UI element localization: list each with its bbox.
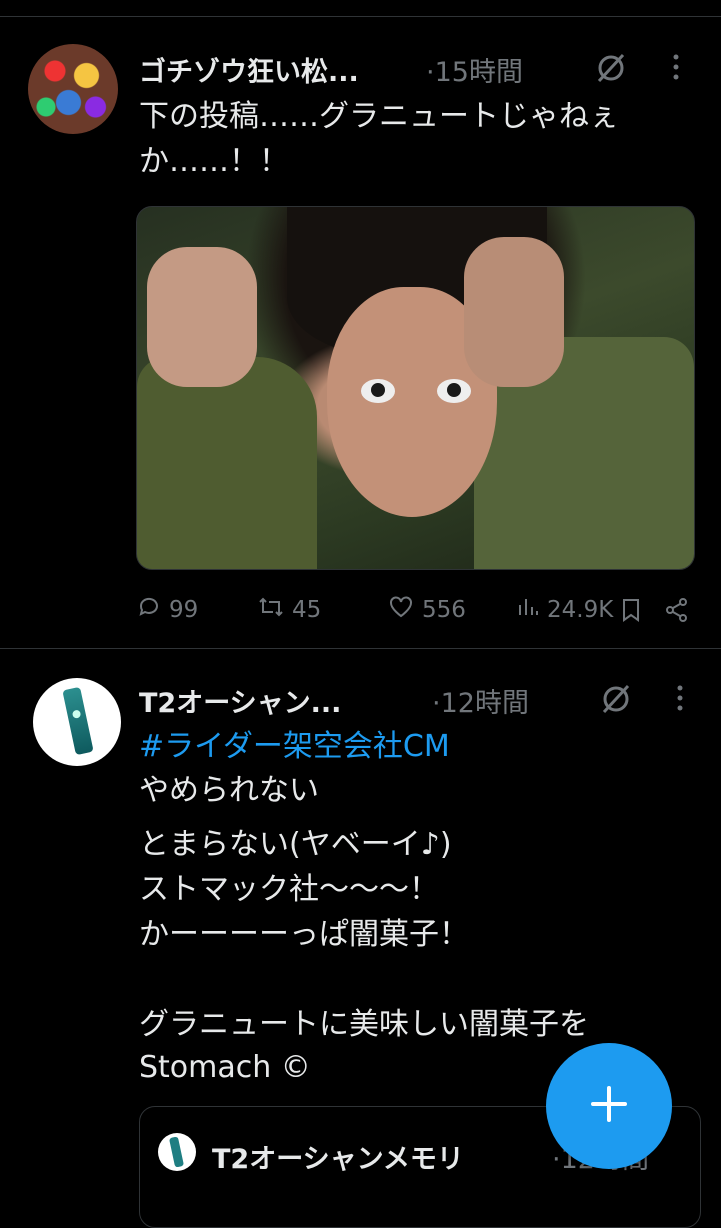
like-icon xyxy=(388,595,414,625)
avatar[interactable] xyxy=(28,44,118,134)
avatar xyxy=(158,1133,196,1171)
post-time[interactable]: ·12時間 xyxy=(432,681,529,720)
views-count: 24.9K xyxy=(547,597,614,623)
grok-icon[interactable] xyxy=(593,50,629,86)
compose-icon xyxy=(589,1084,629,1128)
views-button[interactable]: 24.9K xyxy=(517,595,613,625)
share-icon[interactable] xyxy=(664,597,690,627)
views-icon xyxy=(517,595,539,625)
post-divider xyxy=(0,648,721,649)
like-count: 556 xyxy=(422,597,466,623)
post-text-line: Stomach © xyxy=(139,1050,311,1085)
post-text-line: かーーーーっぱ闇菓子！ xyxy=(139,917,469,952)
post-text-line: ストマック社〜〜〜！ xyxy=(139,872,439,907)
bookmark-icon[interactable] xyxy=(620,597,642,627)
top-divider xyxy=(0,16,721,17)
post-text-line: グラニュートに美味しい闇菓子を xyxy=(139,1007,589,1042)
reply-icon xyxy=(137,595,161,625)
repost-count: 45 xyxy=(292,597,322,623)
post-time[interactable]: ·15時間 xyxy=(426,50,523,89)
compose-button[interactable] xyxy=(546,1043,672,1169)
more-icon[interactable] xyxy=(674,683,686,713)
more-icon[interactable] xyxy=(670,52,682,82)
author-name[interactable]: T2オーシャン... xyxy=(139,681,341,720)
grok-icon[interactable] xyxy=(598,681,634,717)
post-text-line: 下の投稿……グラニュートじゃねぇ xyxy=(139,99,619,134)
hashtag-link[interactable]: #ライダー架空会社CM xyxy=(139,725,450,769)
reply-button[interactable]: 99 xyxy=(137,595,198,625)
quoted-author-name: T2オーシャンメモリ xyxy=(212,1144,464,1175)
repost-icon xyxy=(258,595,284,625)
post-text-line: やめられない xyxy=(139,773,319,808)
post-text-line: とまらない(ヤベーイ♪) xyxy=(139,827,452,862)
post-text-line: か……！！ xyxy=(139,144,289,179)
post-image[interactable] xyxy=(136,206,695,570)
avatar[interactable] xyxy=(33,678,121,766)
like-button[interactable]: 556 xyxy=(388,595,466,625)
repost-button[interactable]: 45 xyxy=(258,595,321,625)
author-name[interactable]: ゴチゾウ狂い松... xyxy=(139,50,359,89)
reply-count: 99 xyxy=(169,597,199,623)
